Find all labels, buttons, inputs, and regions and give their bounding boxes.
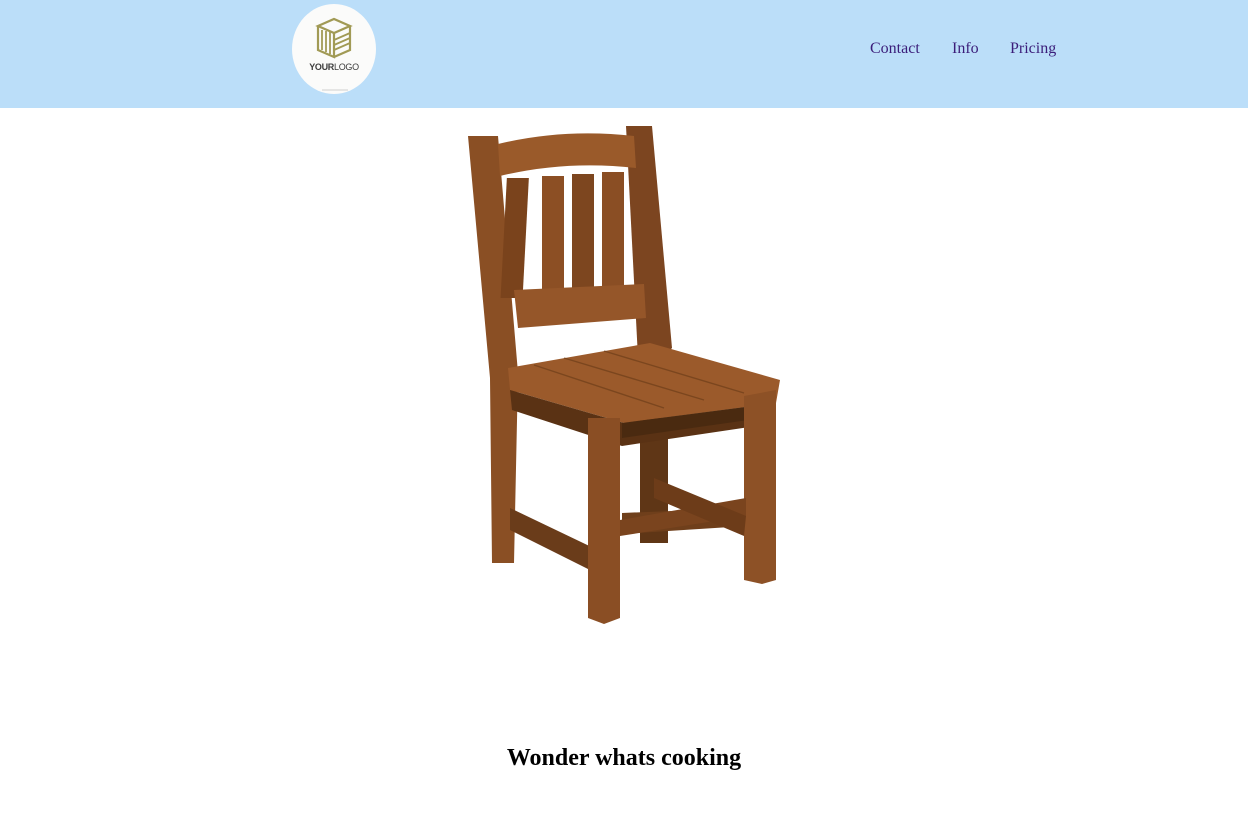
nav-link-pricing[interactable]: Pricing [1010,40,1056,58]
nav-link-contact[interactable]: Contact [870,40,920,58]
page-caption: Wonder whats cooking [506,745,742,771]
wooden-chair-image [454,118,794,633]
site-header: YOURLOGO Contact Info Pricing [0,0,1248,108]
logo-brand-primary: YOUR [309,62,334,72]
logo[interactable]: YOURLOGO [292,4,376,94]
striped-cube-logo-icon [315,17,353,91]
logo-brand-secondary: LOGO [334,62,359,72]
nav-link-info[interactable]: Info [952,40,979,58]
logo-wordmark: YOURLOGO [292,62,376,72]
